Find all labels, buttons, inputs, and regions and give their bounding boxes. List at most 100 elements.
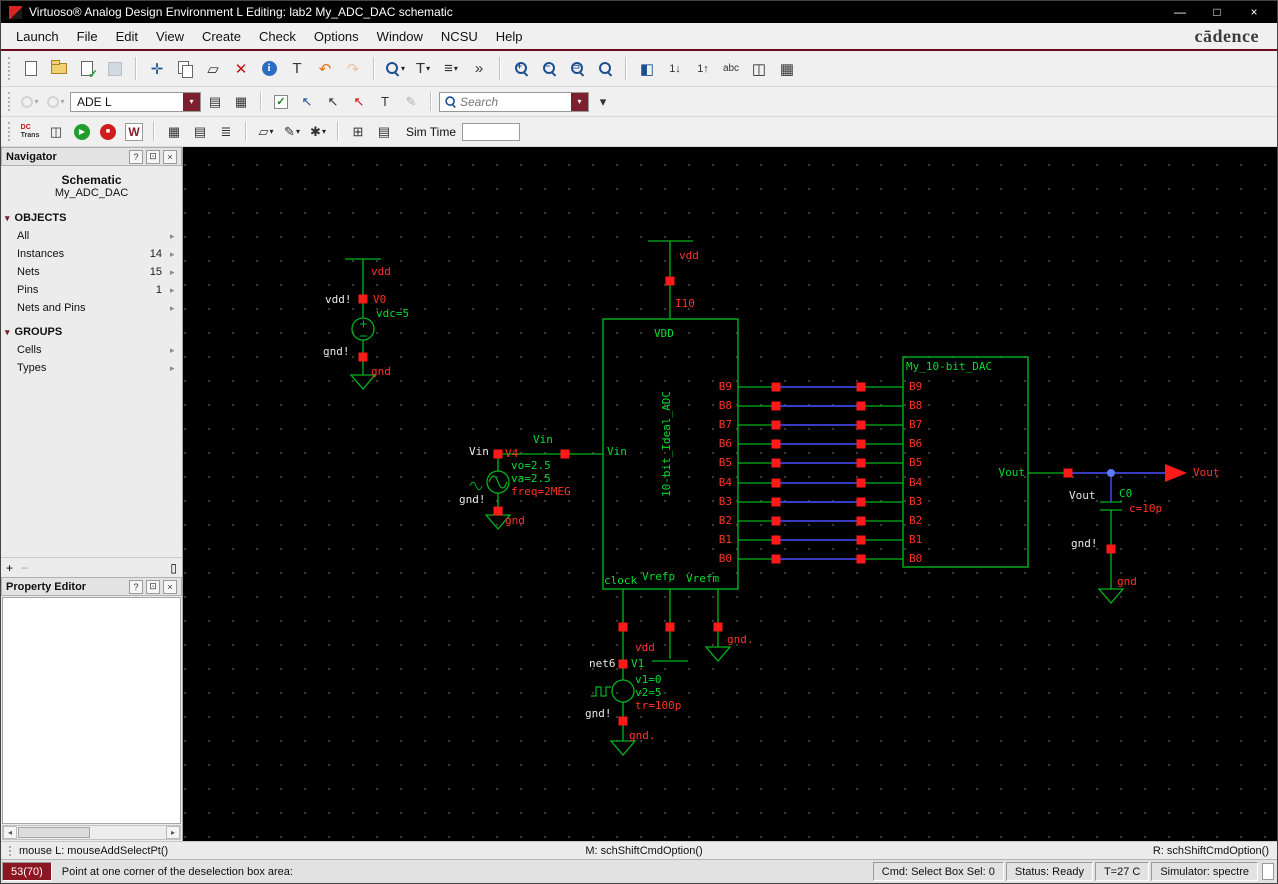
plot-dropdown[interactable]: ▱ ▾ — [254, 121, 278, 143]
add-filter-button[interactable]: + — [6, 561, 13, 575]
adc-pin-b3-label[interactable]: B3 — [702, 495, 732, 508]
netlist-dropdown[interactable]: ✱ ▾ — [306, 121, 330, 143]
schematic-canvas[interactable]: vdd vdd! V0 vdc=5 gnd! gnd Vin Vin V4 vo… — [183, 147, 1277, 841]
menu-options[interactable]: Options — [305, 25, 368, 48]
dac-pin-b6-label[interactable]: B6 — [909, 437, 922, 450]
workspace-save-icon[interactable]: ▤ — [203, 91, 227, 113]
results-table-icon[interactable]: ▦ — [162, 121, 186, 143]
undo-icon[interactable]: ↶ — [312, 56, 338, 82]
property-editor-dock-button[interactable]: ⊡ — [146, 579, 160, 594]
dac-pin-b2-label[interactable]: B2 — [909, 514, 922, 527]
dac-cell-label[interactable]: My_10-bit_DAC — [906, 360, 992, 373]
waveform-window-icon[interactable]: W — [122, 121, 146, 143]
descend-hierarchy-icon[interactable]: 1↓ — [662, 56, 688, 82]
sidebar-item-nets[interactable]: Nets 15 ▸ — [1, 263, 182, 281]
v1-v1-property-label[interactable]: v1=0 — [635, 673, 662, 686]
menu-ncsu[interactable]: NCSU — [432, 25, 487, 48]
v1-net-gnd-label[interactable]: gnd. — [629, 729, 656, 742]
navigator-header[interactable]: Navigator ? ⊡ × — [1, 147, 182, 166]
dac-pin-b3-label[interactable]: B3 — [909, 495, 922, 508]
v4-freq-property-label[interactable]: freq=2MEG — [511, 485, 571, 498]
paste-icon[interactable]: ▱ — [200, 56, 226, 82]
workspace-layout-icon[interactable]: ▦ — [229, 91, 253, 113]
select-text-icon[interactable]: T — [373, 91, 397, 113]
zoom-tool-dropdown[interactable]: ▾ — [382, 56, 408, 82]
search-input[interactable] — [460, 94, 569, 109]
vrefm-net-label[interactable]: gnd. — [727, 633, 754, 646]
vdc-source-v0[interactable] — [351, 317, 375, 341]
deselect-icon[interactable]: ↖ — [347, 91, 371, 113]
hierarchy-icon[interactable]: ◧ — [634, 56, 660, 82]
display-options-dropdown[interactable]: ≡ ▾ — [438, 56, 464, 82]
scroll-right-arrow[interactable]: ▸ — [166, 826, 180, 839]
stop-simulation-icon[interactable]: ■ — [96, 121, 120, 143]
menu-file[interactable]: File — [68, 25, 107, 48]
v0-instance-label[interactable]: V0 — [373, 293, 386, 306]
menu-launch[interactable]: Launch — [7, 25, 68, 48]
adc-pin-vrefp-label[interactable]: Vrefp — [642, 570, 675, 583]
dac-pin-b4-label[interactable]: B4 — [909, 476, 922, 489]
sim-time-input[interactable] — [462, 122, 521, 141]
snap-grid-icon[interactable]: ▦ — [774, 56, 800, 82]
sidebar-item-cells[interactable]: Cells ▸ — [1, 341, 182, 359]
navigator-close-button[interactable]: × — [163, 149, 177, 164]
edit-properties-icon[interactable]: T — [284, 56, 310, 82]
menu-help[interactable]: Help — [487, 25, 532, 48]
c0-net-gnd-label[interactable]: gnd — [1117, 575, 1137, 588]
sidebar-item-all[interactable]: All ▸ — [1, 227, 182, 245]
v1-net6-label[interactable]: net6 — [589, 657, 616, 670]
delete-icon[interactable]: ✕ — [228, 56, 254, 82]
v4-plus-terminal-label[interactable]: Vin — [469, 445, 489, 458]
back-icon[interactable]: ▾ — [18, 91, 42, 113]
v1-v2-property-label[interactable]: v2=5 — [635, 686, 662, 699]
vpulse-source-v1[interactable] — [591, 679, 635, 703]
navigator-help-button[interactable]: ? — [129, 149, 143, 164]
menu-check[interactable]: Check — [250, 25, 305, 48]
navigator-dock-button[interactable]: ⊡ — [146, 149, 160, 164]
dac-pin-b9-label[interactable]: B9 — [909, 380, 922, 393]
run-simulation-icon[interactable]: ▶ — [70, 121, 94, 143]
adc-pin-b0-label[interactable]: B0 — [702, 552, 732, 565]
panel-toggle-icon[interactable]: ▯ — [170, 561, 177, 575]
info-icon[interactable]: i — [256, 56, 282, 82]
search-dropdown[interactable]: ▾ — [571, 92, 588, 111]
adc-pin-b5-label[interactable]: B5 — [702, 456, 732, 469]
search-options-dropdown[interactable]: ▾ — [591, 91, 615, 113]
dac-pin-b8-label[interactable]: B8 — [909, 399, 922, 412]
enable-select-icon[interactable]: ✓ — [269, 91, 293, 113]
zoom-fit-icon[interactable]: ▭ — [564, 56, 590, 82]
zoom-out-icon[interactable]: − — [536, 56, 562, 82]
adc-cell-label[interactable]: 10-bit_Ideal_ADC — [660, 391, 673, 497]
minimize-button[interactable]: — — [1165, 5, 1195, 19]
adc-pin-clock-label[interactable]: clock — [604, 574, 637, 587]
property-editor-help-button[interactable]: ? — [129, 579, 143, 594]
v0-net-gnd-label[interactable]: gnd — [371, 365, 391, 378]
new-cellview-icon[interactable] — [18, 56, 44, 82]
property-editor-header[interactable]: Property Editor ? ⊡ × — [1, 577, 182, 596]
v0-plus-terminal-label[interactable]: vdd! — [325, 293, 352, 306]
setup-simulator-icon[interactable]: ◫ — [44, 121, 68, 143]
open-cellview-icon[interactable] — [46, 56, 72, 82]
ground-symbols[interactable] — [349, 374, 1125, 756]
adc-pin-vin-label[interactable]: Vin — [607, 445, 627, 458]
partial-select-icon[interactable]: ↖ — [295, 91, 319, 113]
forward-icon[interactable]: ▾ — [44, 91, 68, 113]
annotate-dropdown[interactable]: ✎ ▾ — [280, 121, 304, 143]
c0-minus-terminal-label[interactable]: gnd! — [1071, 537, 1098, 550]
v1-minus-terminal-label[interactable]: gnd! — [585, 707, 612, 720]
scroll-left-arrow[interactable]: ◂ — [3, 826, 17, 839]
text-tool-dropdown[interactable]: T ▾ — [410, 56, 436, 82]
adc-pin-b4-label[interactable]: B4 — [702, 476, 732, 489]
more-tools-chevron[interactable]: » — [466, 56, 492, 82]
v0-net-vdd-label[interactable]: vdd — [371, 265, 391, 278]
move-icon[interactable]: ✛ — [144, 56, 170, 82]
ascend-hierarchy-icon[interactable]: 1↑ — [690, 56, 716, 82]
workspace-combo-dropdown[interactable]: ▾ — [183, 92, 200, 111]
adc-pin-vdd-label[interactable]: VDD — [654, 327, 674, 340]
c0-value-label[interactable]: c=10p — [1129, 502, 1162, 515]
bus-wires[interactable] — [776, 386, 1168, 560]
adc-instance-label[interactable]: I10 — [675, 297, 695, 310]
search-box[interactable]: ▾ — [439, 91, 589, 112]
menu-view[interactable]: View — [147, 25, 193, 48]
check-and-save-icon[interactable]: ✓ — [74, 56, 100, 82]
